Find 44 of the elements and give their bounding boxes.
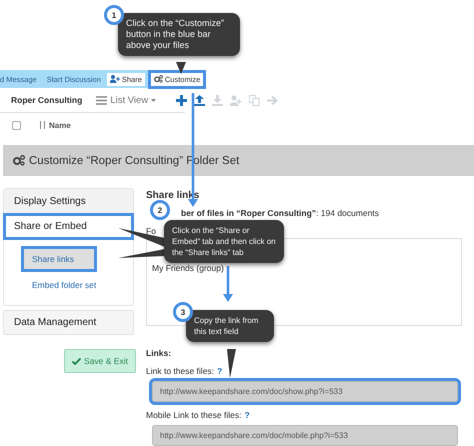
callout-bubble: Click on the “Customize” button in the blue bar above your files (118, 13, 240, 56)
upload-icon[interactable] (194, 94, 206, 106)
callout-pointer (118, 228, 165, 247)
field-label: Fo (146, 226, 156, 236)
callout-pointer (176, 62, 186, 74)
copy-icon[interactable] (249, 94, 260, 106)
callout-bubble: Copy the link from this text field (186, 310, 274, 342)
caret-icon (151, 98, 156, 102)
step-badge: 1 (104, 5, 124, 25)
settings-icon (154, 75, 163, 83)
checkbox[interactable] (12, 120, 21, 130)
callout-pointer (118, 249, 165, 258)
step-badge: 2 (150, 200, 170, 220)
sidebar-item[interactable]: Data Management (3, 310, 134, 335)
arrow (223, 266, 233, 302)
sort-icon (39, 121, 46, 129)
callout-bubble: Click on the “Share or Embed” tab and then click on the “Share links” tab (164, 220, 284, 263)
check-icon (72, 358, 82, 364)
file-count: ber of files in “Roper Consulting”: 194 documents (181, 208, 380, 218)
folder-name: Roper Consulting (11, 95, 82, 105)
user-plus-icon[interactable] (230, 94, 242, 106)
links-heading: Links: (146, 348, 172, 358)
link-field[interactable]: http://www.keepandshare.com/doc/mobile.php?i=533 (152, 425, 458, 446)
step-badge: 3 (173, 302, 193, 322)
folder-entry: My Friends (group) (152, 263, 224, 273)
sidebar-item[interactable]: Display Settings (4, 189, 133, 214)
link-field[interactable]: http://www.keepandshare.com/doc/show.php?i=533 (152, 381, 458, 402)
help-link[interactable]: ? (217, 366, 222, 376)
field-label: Mobile Link to these files: (146, 410, 242, 420)
sidebar-subitem[interactable]: Embed folder set (24, 275, 104, 295)
plus-icon[interactable] (176, 94, 188, 106)
list-icon (96, 96, 108, 104)
help-link[interactable]: ? (244, 410, 250, 420)
column-header[interactable]: Name (39, 120, 71, 130)
sidebar-item[interactable]: Share or Embed (4, 214, 133, 239)
arrow-right-icon[interactable] (267, 94, 278, 106)
view-dropdown[interactable]: List View (96, 94, 156, 106)
settings-icon (13, 155, 25, 166)
sidebar-subitem[interactable]: Share links (24, 249, 94, 269)
callout-pointer (227, 349, 236, 378)
field-label: Link to these files: (146, 366, 214, 376)
save-button[interactable]: Save & Exit (64, 349, 136, 373)
download-icon[interactable] (212, 94, 224, 106)
user-plus-icon (110, 75, 120, 83)
